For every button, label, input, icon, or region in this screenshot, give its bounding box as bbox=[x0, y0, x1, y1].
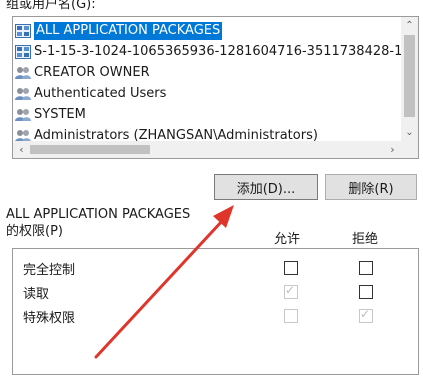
users-icon bbox=[15, 109, 31, 121]
list-item[interactable]: Authenticated Users bbox=[15, 84, 401, 104]
add-button[interactable]: 添加(D)... bbox=[214, 174, 318, 200]
deny-checkbox[interactable] bbox=[359, 261, 373, 275]
permissions-principal: ALL APPLICATION PACKAGES bbox=[6, 207, 191, 222]
scroll-down-icon[interactable]: ⌄ bbox=[401, 124, 418, 141]
list-item[interactable]: Administrators (ZHANGSAN\Administrators) bbox=[15, 126, 401, 141]
vertical-scrollbar[interactable]: ⌃ ⌄ bbox=[401, 17, 418, 141]
permission-name: 读取 bbox=[23, 287, 50, 302]
list-item-label: Administrators (ZHANGSAN\Administrators) bbox=[34, 128, 318, 141]
deny-checkbox[interactable] bbox=[359, 285, 373, 299]
scroll-left-icon[interactable]: ‹ bbox=[13, 141, 30, 158]
horizontal-scrollbar[interactable]: ‹ › bbox=[13, 141, 418, 158]
permission-name: 完全控制 bbox=[23, 263, 76, 278]
users-icon bbox=[15, 88, 31, 100]
permissions-table: 完全控制 读取 ✓ 特殊权限 ✓ bbox=[12, 248, 419, 375]
principals-list: ALL APPLICATION PACKAGES S-1-15-3-1024-1… bbox=[13, 17, 401, 141]
allow-checkbox[interactable] bbox=[284, 309, 298, 323]
packages-icon bbox=[15, 45, 31, 59]
list-item-label: CREATOR OWNER bbox=[34, 65, 150, 80]
users-icon bbox=[15, 67, 31, 79]
list-item[interactable]: ALL APPLICATION PACKAGES bbox=[15, 21, 401, 41]
scroll-right-icon[interactable]: › bbox=[384, 141, 401, 158]
list-item[interactable]: SYSTEM bbox=[15, 105, 401, 125]
list-item-label: SYSTEM bbox=[34, 107, 86, 122]
vertical-scroll-thumb[interactable] bbox=[404, 35, 415, 117]
scroll-up-icon[interactable]: ⌃ bbox=[401, 17, 418, 34]
allow-checkbox[interactable] bbox=[284, 261, 298, 275]
list-item[interactable]: CREATOR OWNER bbox=[15, 63, 401, 83]
users-icon bbox=[15, 130, 31, 141]
permissions-suffix: 的权限(P) bbox=[6, 224, 63, 239]
list-item[interactable]: S-1-15-3-1024-1065365936-1281604716-3511… bbox=[15, 42, 401, 62]
deny-column-header: 拒绝 bbox=[352, 232, 379, 247]
permissions-header: ALL APPLICATION PACKAGES 的权限(P) bbox=[6, 206, 190, 240]
list-item-label: S-1-15-3-1024-1065365936-1281604716-3511… bbox=[34, 44, 401, 59]
allow-column-header: 允许 bbox=[274, 232, 301, 247]
remove-button[interactable]: 删除(R) bbox=[325, 174, 417, 200]
horizontal-scroll-thumb[interactable] bbox=[30, 145, 150, 154]
allow-checkbox[interactable]: ✓ bbox=[284, 283, 298, 299]
deny-checkbox[interactable]: ✓ bbox=[359, 307, 373, 323]
packages-icon bbox=[15, 24, 31, 38]
principals-listbox[interactable]: ALL APPLICATION PACKAGES S-1-15-3-1024-1… bbox=[12, 16, 419, 159]
check-icon: ✓ bbox=[360, 307, 371, 321]
check-icon: ✓ bbox=[285, 283, 296, 297]
permission-name: 特殊权限 bbox=[23, 311, 76, 326]
group-user-names-label: 组或用户名(G): bbox=[6, 0, 96, 12]
list-item-label: ALL APPLICATION PACKAGES bbox=[34, 22, 223, 40]
list-item-label: Authenticated Users bbox=[34, 86, 167, 101]
